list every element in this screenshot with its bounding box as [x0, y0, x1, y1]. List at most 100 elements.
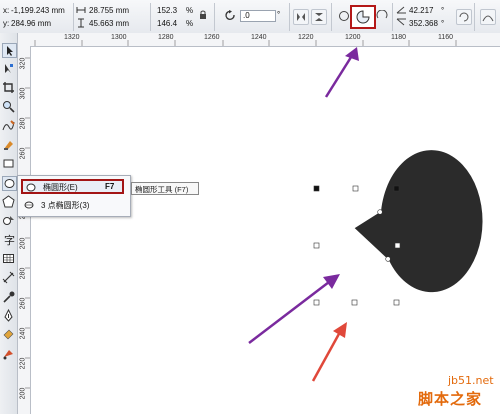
rotate-icon	[225, 10, 235, 21]
outline-pen-tool[interactable]	[2, 308, 15, 322]
shape-tool-icon	[5, 64, 13, 73]
shape-tool[interactable]	[2, 62, 15, 75]
outline-pen-icon	[4, 308, 13, 322]
eyedropper-tool[interactable]	[2, 290, 15, 303]
dimension-tool[interactable]	[2, 271, 15, 284]
vertical-ruler: 320300280260240220200280260240220200	[17, 46, 31, 414]
flyout-item-ellipse[interactable]: 椭圆形(E) F7	[21, 179, 124, 194]
ruler-label: 200	[19, 237, 27, 250]
ruler-label: 260	[19, 297, 27, 310]
horizontal-ruler: 1320 1300 1280 1260 1240 1220 1200 1180 …	[17, 33, 500, 47]
ellipse-tool-tooltip: 椭圆形工具 (F7)	[131, 182, 199, 195]
watermark-logo-text: 脚本之家	[418, 390, 483, 408]
smart-fill-tool[interactable]	[2, 138, 15, 151]
zoom-tool-icon	[3, 101, 15, 113]
curve-icon	[482, 15, 494, 22]
crop-tool-icon	[3, 82, 14, 93]
width-icon	[76, 7, 86, 13]
crop-tool[interactable]	[2, 81, 15, 94]
freehand-tool-icon	[2, 120, 15, 131]
ruler-label: 200	[19, 387, 27, 400]
canvas-drawing	[248, 47, 483, 382]
drawing-canvas[interactable]: jb51.net 脚本之家	[31, 47, 500, 414]
convert-to-curves-button[interactable]	[480, 9, 496, 25]
fill-tool[interactable]	[2, 328, 15, 341]
ruler-label: 1280	[158, 34, 174, 41]
rotation-angle-field[interactable]: .0	[240, 10, 276, 22]
ruler-label: 1240	[251, 34, 267, 41]
freehand-tool[interactable]	[2, 119, 15, 132]
flyout-item-label: 椭圆形(E)	[43, 183, 78, 192]
watermark-url: jb51.net	[448, 374, 494, 387]
lock-ratio-icon[interactable]	[199, 10, 207, 20]
ruler-label: 1320	[64, 34, 80, 41]
pie-icon	[356, 10, 370, 24]
scale-y-field[interactable]: 146.4	[157, 19, 177, 28]
end-angle-field[interactable]: 352.368	[409, 19, 438, 28]
ruler-label: 1260	[204, 34, 220, 41]
zoom-tool[interactable]	[2, 100, 15, 113]
scale-x-field[interactable]: 152.3	[157, 6, 177, 15]
property-bar: x: -1,199.243 mm y: 284.96 mm 28.755 mm …	[0, 0, 500, 34]
ellipse-shape-icon[interactable]	[338, 10, 350, 22]
ruler-label: 1300	[111, 34, 127, 41]
rectangle-tool[interactable]	[2, 157, 15, 170]
svg-text:字: 字	[4, 233, 15, 246]
y-position-field[interactable]: 284.96 mm	[11, 19, 51, 28]
ellipse-tool[interactable]	[2, 176, 17, 191]
ruler-label: 260	[19, 147, 27, 160]
eyedropper-icon	[3, 291, 15, 303]
polygon-tool[interactable]	[2, 195, 15, 208]
object-width-field[interactable]: 28.755 mm	[89, 6, 129, 15]
pie-wedge-button[interactable]	[350, 5, 376, 29]
pick-tool[interactable]	[2, 43, 17, 58]
angle-unit: °	[441, 6, 445, 15]
object-height-field[interactable]: 45.663 mm	[89, 19, 129, 28]
3-point-ellipse-icon	[24, 201, 34, 209]
flyout-item-3point-ellipse[interactable]: 3 点椭圆形(3)	[21, 198, 124, 212]
ruler-label: 280	[19, 267, 27, 280]
x-position-field[interactable]: -1,199.243 mm	[11, 6, 65, 15]
swap-direction-icon	[459, 12, 469, 22]
ruler-label: 1220	[298, 34, 314, 41]
pick-tool-icon	[7, 46, 13, 56]
direction-toggle-button[interactable]	[456, 9, 472, 25]
mirror-vertical-icon	[315, 13, 323, 21]
ruler-label: 300	[19, 87, 27, 100]
mirror-horizontal-button[interactable]	[293, 9, 309, 25]
ellipse-tool-icon	[4, 179, 15, 188]
percent-label: %	[186, 6, 194, 15]
start-angle-icon	[396, 6, 406, 14]
flyout-item-label: 3 点椭圆形(3)	[41, 201, 90, 210]
fill-tool-icon	[3, 329, 14, 340]
center-mark	[350, 243, 359, 251]
ruler-label: 1160	[438, 34, 454, 41]
end-angle-icon	[396, 18, 406, 26]
toolbox: 字	[0, 33, 18, 414]
ellipse-flyout-menu: 椭圆形(E) F7 3 点椭圆形(3)	[17, 175, 131, 217]
table-tool[interactable]	[2, 252, 15, 265]
flyout-item-shortcut: F7	[105, 182, 115, 191]
y-label: y:	[3, 19, 10, 28]
text-tool[interactable]: 字	[2, 233, 15, 247]
arc-icon[interactable]	[376, 10, 388, 22]
start-angle-handle	[377, 209, 383, 215]
mirror-vertical-button[interactable]	[311, 9, 327, 25]
ruler-label: 280	[19, 117, 27, 130]
end-angle-handle	[385, 256, 391, 262]
purple-arrow-ellipse	[248, 274, 340, 344]
ruler-label: 320	[19, 57, 27, 70]
rectangle-tool-icon	[3, 159, 14, 168]
text-tool-icon: 字	[4, 233, 15, 247]
rotation-angle-value: .0	[243, 11, 250, 20]
height-icon	[78, 18, 84, 28]
red-arrow	[311, 322, 347, 382]
x-label: x:	[3, 6, 10, 15]
ruler-label: 240	[19, 327, 27, 340]
basic-shapes-tool[interactable]	[2, 214, 15, 227]
ruler-label: 1200	[345, 34, 361, 41]
dimension-tool-icon	[2, 271, 15, 284]
interactive-fill-tool[interactable]	[2, 347, 15, 360]
start-angle-field[interactable]: 42.217	[409, 6, 433, 15]
angle-unit: °	[441, 19, 445, 28]
